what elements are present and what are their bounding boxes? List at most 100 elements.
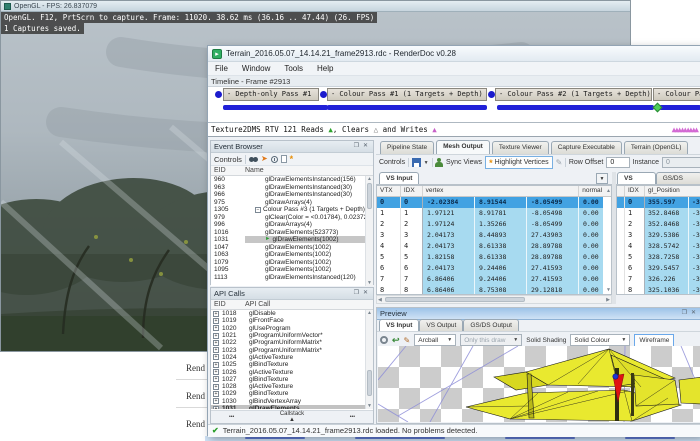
- export-icon[interactable]: [281, 155, 287, 163]
- shading-select[interactable]: Solid Colour ▼: [570, 334, 630, 346]
- event-row[interactable]: 1305−Colour Pass #3 (1 Targets + Depth): [211, 206, 373, 214]
- vs-output-row[interactable]: 8325.1036-35: [617, 285, 700, 295]
- api-call-row[interactable]: +1021glProgramUniformVector*: [211, 332, 373, 339]
- event-row[interactable]: 1079glDrawElements(1002): [211, 259, 373, 267]
- close-panel-icon[interactable]: ✕: [689, 308, 698, 319]
- idx-header[interactable]: IDX: [625, 186, 645, 196]
- api-call-row[interactable]: +1018glDisable: [211, 310, 373, 317]
- vs-output-row[interactable]: 4328.5742-36: [617, 241, 700, 252]
- vs-output-row[interactable]: 0355.597-34: [617, 197, 700, 208]
- pass-duration-bar[interactable]: [497, 105, 654, 110]
- float-panel-icon[interactable]: ❐: [680, 308, 689, 319]
- mesh-preview-canvas[interactable]: [378, 346, 700, 422]
- vs-input-row[interactable]: 662.041739.2440627.415930.00: [377, 263, 611, 274]
- event-row[interactable]: 996glDrawArrays(4): [211, 221, 373, 229]
- preview-tab-gs-ds-output[interactable]: GS/DS Output: [463, 319, 519, 331]
- table-dropdown-icon[interactable]: ▼: [596, 173, 608, 184]
- gear-icon[interactable]: [380, 336, 388, 344]
- api-call-row[interactable]: +1019glFrontFace: [211, 317, 373, 324]
- api-call-row[interactable]: +1022glProgramUniformMatrix*: [211, 339, 373, 346]
- float-panel-icon[interactable]: ❐: [352, 288, 361, 299]
- tree-expander-icon[interactable]: −: [255, 207, 261, 213]
- tab-vs-output[interactable]: VS Output: [617, 172, 656, 184]
- sync-views-label[interactable]: Sync Views: [446, 159, 482, 166]
- vs-input-row[interactable]: 221.971241.35266-8.054990.00: [377, 219, 611, 230]
- event-row[interactable]: 1095glDrawElements(1002): [211, 266, 373, 274]
- api-call-row[interactable]: +1023glProgramUniformMatrix*: [211, 346, 373, 353]
- api-call-row[interactable]: +1025glBindTexture: [211, 361, 373, 368]
- vs-output-row[interactable]: 6329.5457-35: [617, 263, 700, 274]
- highlight-vertices-button[interactable]: * Highlight Vertices: [485, 156, 553, 169]
- scroll-down-icon[interactable]: ▼: [366, 280, 373, 286]
- scroll-right-icon[interactable]: ▶: [606, 297, 610, 303]
- tab-capture-executable[interactable]: Capture Executable: [551, 141, 622, 154]
- event-row[interactable]: 960glDrawElementsInstanced(156): [211, 176, 373, 184]
- scroll-down-icon[interactable]: ▼: [607, 287, 610, 293]
- vs-output-row[interactable]: 7326.226-35: [617, 274, 700, 285]
- camera-mode-select[interactable]: Arcball ▼: [414, 334, 456, 346]
- event-row[interactable]: 979glClear(Color = <0.01784), 0.023725..…: [211, 214, 373, 222]
- scroll-down-icon[interactable]: ▼: [366, 403, 373, 409]
- menu-help[interactable]: Help: [310, 64, 340, 73]
- vs-input-row[interactable]: 551.821588.6133828.897880.00: [377, 252, 611, 263]
- api-call-row[interactable]: +1029glBindTexture: [211, 390, 373, 397]
- scroll-up-icon[interactable]: ▲: [603, 186, 611, 196]
- bookmark-icon[interactable]: *: [290, 155, 294, 163]
- vs-output-row[interactable]: 2352.8468-35: [617, 219, 700, 230]
- gl-position-header[interactable]: gl_Position: [645, 186, 700, 196]
- tab-pipeline-state[interactable]: Pipeline State: [380, 141, 434, 154]
- time-draws-icon[interactable]: [271, 156, 278, 163]
- scroll-up-icon[interactable]: ▲: [366, 176, 373, 182]
- save-dropdown-icon[interactable]: ▼: [424, 160, 429, 166]
- preview-tab-vs-output[interactable]: VS Output: [419, 319, 463, 331]
- expand-callstack-icon[interactable]: ▲: [289, 417, 295, 423]
- vs-input-row[interactable]: 886.864068.7530829.128180.00: [377, 285, 611, 295]
- callstack-splitter[interactable]: ••• Callstack ▲ •••: [211, 410, 373, 423]
- vs-output-row[interactable]: 5328.7258-36: [617, 252, 700, 263]
- api-call-row[interactable]: +1020glUseProgram: [211, 325, 373, 332]
- event-row[interactable]: 975glDrawArrays(4): [211, 199, 373, 207]
- scroll-left-icon[interactable]: ◀: [378, 297, 382, 303]
- vs-input-table[interactable]: VTX IDX vertex normal ▲ 00-2.023848.9154…: [376, 185, 612, 295]
- sync-views-icon[interactable]: [435, 158, 443, 167]
- event-row[interactable]: 966glDrawElementsInstanced(30): [211, 191, 373, 199]
- event-row[interactable]: 1113glDrawElementsInstanced(120): [211, 274, 373, 282]
- timeline-pass[interactable]: - Colour Pass #1 (1 Targets + Depth): [327, 88, 487, 101]
- event-row[interactable]: 1063glDrawElements(1002): [211, 251, 373, 259]
- pass-duration-bar[interactable]: [659, 105, 700, 110]
- scroll-up-icon[interactable]: ▲: [366, 310, 373, 316]
- row-offset-input[interactable]: 0: [606, 157, 629, 168]
- tab-texture-viewer[interactable]: Texture Viewer: [492, 141, 549, 154]
- vs-input-row[interactable]: 332.041738.4489327.439030.00: [377, 230, 611, 241]
- vs-output-row[interactable]: 1352.8468-34: [617, 208, 700, 219]
- event-row[interactable]: 1016glDrawElements(523773): [211, 229, 373, 237]
- menu-file[interactable]: File: [208, 64, 235, 73]
- api-call-row[interactable]: +1027glBindTexture: [211, 376, 373, 383]
- api-call-row[interactable]: +1024glActiveTexture: [211, 354, 373, 361]
- vs-output-table[interactable]: IDX gl_Position 0355.597-341352.8468-342…: [616, 185, 700, 295]
- vs-input-hscrollbar[interactable]: ◀ ▶: [376, 295, 612, 304]
- menu-window[interactable]: Window: [235, 64, 277, 73]
- api-call-row[interactable]: +1030glBindVertexArray: [211, 398, 373, 405]
- find-event-icon[interactable]: [249, 157, 258, 162]
- idx-header[interactable]: IDX: [401, 186, 423, 196]
- timeline-pass[interactable]: - Depth-only Pass #1: [223, 88, 319, 101]
- pass-duration-bar[interactable]: [327, 105, 487, 110]
- scroll-thumb[interactable]: [367, 370, 372, 396]
- timeline-pass[interactable]: - Colour Pass #2 (1 Targets + Depth): [495, 88, 652, 101]
- timeline-track[interactable]: - Depth-only Pass #1 - Colour Pass #1 (1 …: [208, 87, 700, 123]
- close-panel-icon[interactable]: ✕: [361, 288, 370, 299]
- close-panel-icon[interactable]: ✕: [361, 141, 370, 152]
- vtx-header[interactable]: [617, 186, 625, 196]
- vs-input-row[interactable]: 111.971218.91781-8.054980.00: [377, 208, 611, 219]
- event-browser-scrollbar[interactable]: ▲ ▼: [365, 176, 373, 286]
- normal-header[interactable]: normal: [579, 186, 603, 196]
- wireframe-toggle-button[interactable]: Wireframe: [634, 334, 674, 347]
- jump-to-eid-icon[interactable]: ➤: [261, 155, 268, 163]
- tab-vs-input[interactable]: VS Input: [379, 172, 419, 184]
- vertex-header[interactable]: vertex: [423, 186, 580, 196]
- tab-mesh-output[interactable]: Mesh Output: [436, 140, 490, 154]
- reset-camera-icon[interactable]: ↩: [392, 336, 400, 345]
- vs-input-row[interactable]: 776.864069.2440627.415930.00: [377, 274, 611, 285]
- tab-terrain-opengl-[interactable]: Terrain (OpenGL): [624, 141, 689, 154]
